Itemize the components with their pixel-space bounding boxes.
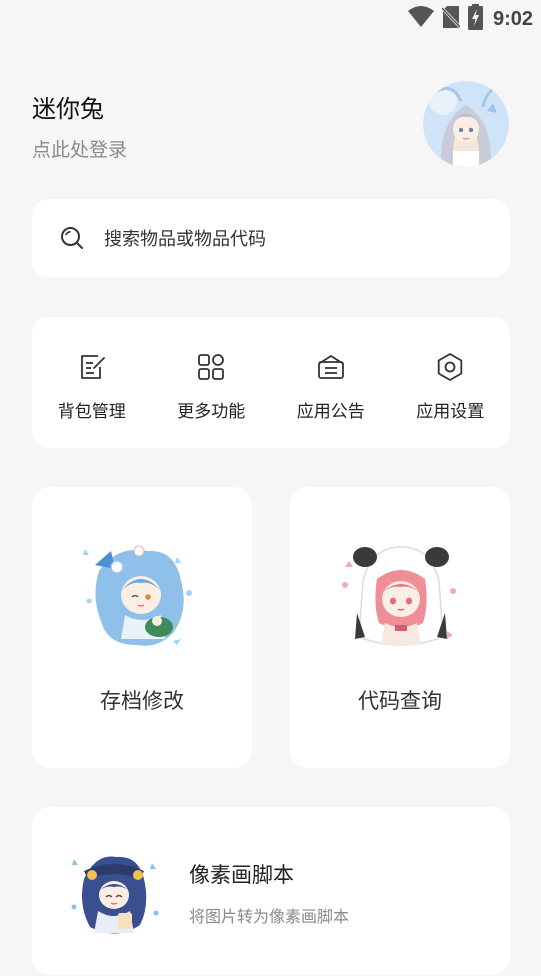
code-query-card[interactable]: 代码查询 bbox=[290, 487, 510, 768]
avatar[interactable] bbox=[423, 81, 509, 167]
search-placeholder: 搜索物品或物品代码 bbox=[104, 229, 266, 250]
wifi-icon bbox=[407, 6, 434, 32]
no-sim-icon bbox=[440, 5, 462, 33]
battery-charging-icon bbox=[467, 4, 483, 34]
status-time: 9:02 bbox=[492, 7, 533, 30]
save-edit-card[interactable]: 存档修改 bbox=[32, 487, 252, 768]
chibi-panda-hood-illustration bbox=[335, 541, 465, 657]
user-header[interactable]: 迷你兔 点此处登录 bbox=[32, 81, 509, 175]
quick-action-label: 应用公告 bbox=[296, 402, 365, 422]
username: 迷你兔 bbox=[32, 95, 104, 123]
search-input[interactable]: 搜索物品或物品代码 bbox=[32, 199, 510, 277]
quick-actions: 背包管理 更多功能 应用公告 应用设置 bbox=[32, 317, 510, 448]
quick-action-announcement[interactable]: 应用公告 bbox=[271, 317, 391, 448]
chibi-witch-illustration bbox=[68, 849, 160, 941]
pixel-script-subtitle: 将图片转为像素画脚本 bbox=[189, 907, 350, 926]
status-icons: 9:02 bbox=[407, 4, 533, 34]
pixel-script-card[interactable]: 像素画脚本 将图片转为像素画脚本 bbox=[32, 807, 510, 975]
announcement-inbox-icon bbox=[316, 352, 346, 382]
pixel-script-title: 像素画脚本 bbox=[189, 863, 294, 887]
quick-action-label: 更多功能 bbox=[177, 402, 246, 422]
hexagon-settings-icon bbox=[435, 352, 465, 382]
login-link[interactable]: 点此处登录 bbox=[32, 135, 127, 162]
quick-action-more[interactable]: 更多功能 bbox=[152, 317, 272, 448]
quick-action-label: 背包管理 bbox=[57, 402, 126, 422]
edit-note-icon bbox=[77, 352, 107, 382]
quick-action-backpack[interactable]: 背包管理 bbox=[32, 317, 152, 448]
code-query-label: 代码查询 bbox=[358, 689, 442, 713]
grid-apps-icon bbox=[196, 352, 226, 382]
quick-action-label: 应用设置 bbox=[416, 402, 485, 422]
chibi-blue-hair-illustration bbox=[77, 541, 207, 657]
search-icon bbox=[58, 224, 86, 252]
quick-action-settings[interactable]: 应用设置 bbox=[391, 317, 511, 448]
status-bar: 9:02 bbox=[0, 0, 541, 32]
save-edit-label: 存档修改 bbox=[100, 689, 184, 713]
